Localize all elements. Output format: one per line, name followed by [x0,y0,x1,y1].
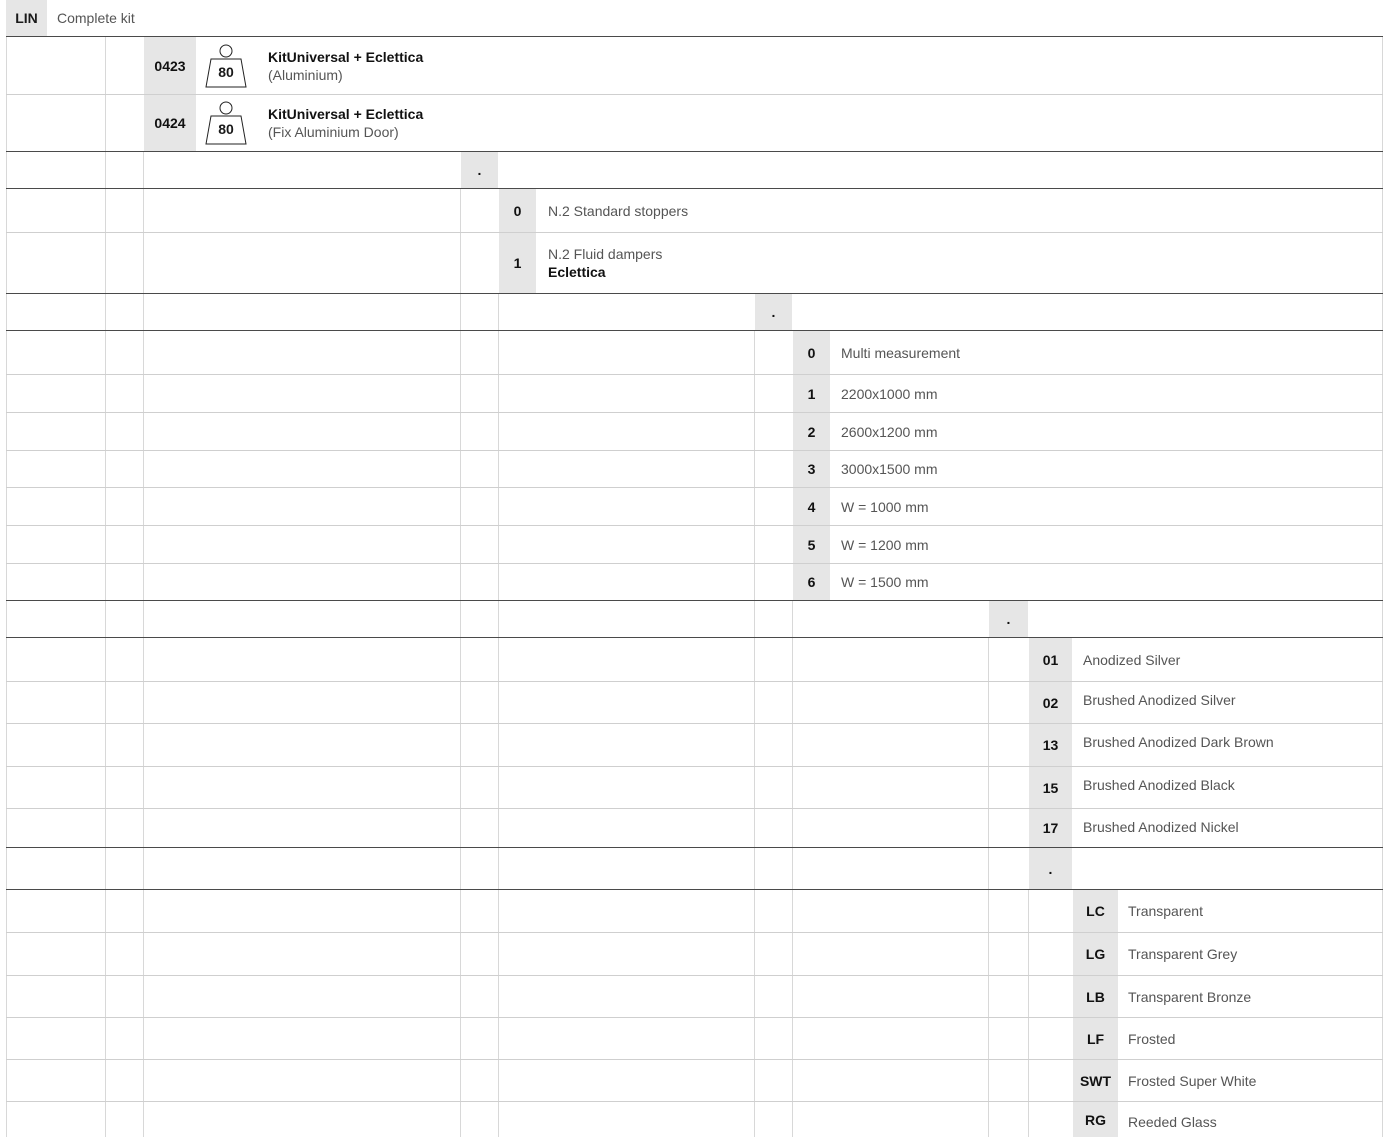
finish-code: 13 [1029,724,1072,766]
finish-label: Brushed Anodized Dark Brown [1083,734,1274,750]
row-rule [6,450,1383,451]
row-rule [6,232,1383,233]
measurement-code: 1 [793,375,830,412]
separator-dot: . [1029,848,1072,889]
col-line [988,638,989,1137]
glass-code: LB [1073,976,1118,1017]
glass-code: LG [1073,933,1118,975]
weight-icon: 80 [204,99,248,147]
measurement-code: 0 [793,331,830,374]
measurement-code: 3 [793,451,830,487]
stopper-code: 1 [499,233,536,293]
section-rule [6,847,1383,848]
separator-dot: . [755,294,792,330]
measurement-label: 2200x1000 mm [841,385,938,402]
row-rule [6,1017,1383,1018]
finish-code: 15 [1029,767,1072,808]
row-rule [6,525,1383,526]
col-line [498,294,499,1137]
header-code: LIN [6,0,47,36]
separator-dot: . [989,601,1028,637]
finish-code: 02 [1029,682,1072,723]
glass-label: Frosted [1128,1030,1176,1047]
finish-label: Brushed Anodized Black [1083,776,1235,793]
col-line [6,37,7,1137]
section-rule [6,293,1383,294]
row-rule [6,487,1383,488]
measurement-code: 4 [793,488,830,525]
glass-label: Transparent Bronze [1128,988,1252,1005]
stopper-description: N.2 Fluid dampers Eclettica [548,233,662,293]
measurement-label: 3000x1500 mm [841,461,938,477]
kit-description: KitUniversal + Eclettica (Aluminium) [268,37,423,94]
measurement-label: W = 1200 mm [841,536,929,553]
stopper-sublabel: Eclettica [548,264,606,280]
col-line [143,152,144,1137]
glass-label: Reeded Glass [1128,1113,1217,1130]
finish-label: Anodized Silver [1083,651,1181,668]
header-label: Complete kit [57,10,135,26]
weight-value: 80 [218,64,234,80]
section-rule [6,600,1383,601]
finish-label: Brushed Anodized Nickel [1083,819,1239,835]
weight-icon: 80 [204,42,248,90]
row-rule [6,94,1383,95]
measurement-code: 2 [793,413,830,450]
kit-code: 0424 [144,95,196,151]
glass-code: RG [1073,1102,1118,1137]
kit-code: 0423 [144,37,196,94]
glass-label: Frosted Super White [1128,1072,1257,1089]
measurement-label: W = 1000 mm [841,498,929,515]
measurement-code: 6 [793,564,830,600]
row-rule [6,563,1383,564]
glass-label: Transparent Grey [1128,946,1238,962]
kit-description: KitUniversal + Eclettica (Fix Aluminium … [268,95,423,151]
kit-subtitle: (Aluminium) [268,66,343,83]
section-rule [6,188,1383,189]
separator-dot: . [461,152,498,188]
section-rule [6,330,1383,331]
section-rule [6,151,1383,152]
weight-value: 80 [218,121,234,137]
stopper-label: N.2 Standard stoppers [548,202,689,219]
col-line [105,37,106,1137]
glass-code: LC [1073,890,1118,932]
finish-code: 01 [1029,638,1072,681]
col-line [1028,890,1029,1137]
stopper-label: N.2 Fluid dampers [548,246,663,262]
measurement-code: 5 [793,526,830,563]
col-line [460,189,461,1137]
glass-code: SWT [1073,1060,1118,1101]
measurement-label: W = 1500 mm [841,574,929,590]
glass-code: LF [1073,1018,1118,1059]
finish-label: Brushed Anodized Silver [1083,691,1236,708]
stopper-code: 0 [499,189,536,232]
row-rule [6,374,1383,375]
kit-title: KitUniversal + Eclettica [268,106,424,122]
kit-subtitle: (Fix Aluminium Door) [268,124,399,140]
kit-title: KitUniversal + Eclettica [268,48,424,65]
row-rule [6,412,1383,413]
glass-label: Transparent [1128,903,1203,919]
measurement-label: Multi measurement [841,344,961,361]
section-rule [6,36,1383,37]
measurement-label: 2600x1200 mm [841,423,938,440]
finish-code: 17 [1029,809,1072,847]
